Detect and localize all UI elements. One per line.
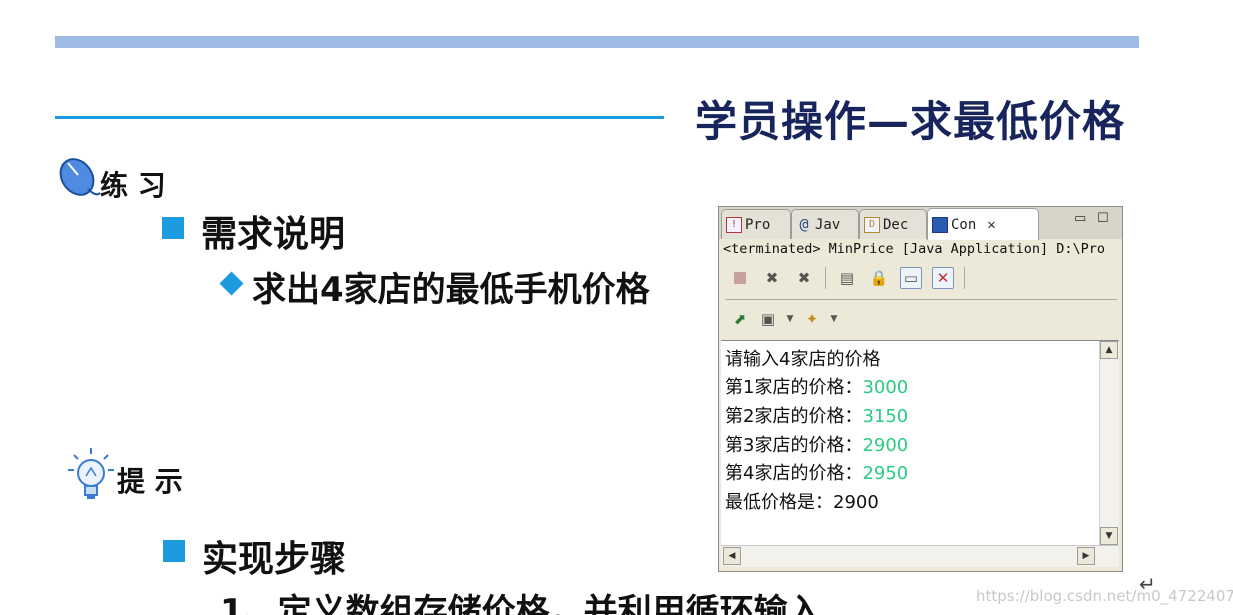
scroll-down-icon[interactable]: ▼ [1100, 527, 1118, 545]
requirement-heading: 需求说明 [201, 214, 346, 255]
vertical-scrollbar[interactable]: ▲ ▼ [1099, 341, 1119, 547]
console-toolbar-2: ⬈ ▣ ▼ ✦ ▼ [729, 308, 839, 330]
tab-declaration[interactable]: D Dec [859, 209, 927, 239]
tab-label: Con [951, 216, 977, 233]
scroll-left-icon[interactable]: ◀ [723, 547, 741, 565]
console-view: ! Pro @ Jav D Dec Con ✕ ▭ ☐ <terminated>… [718, 206, 1123, 572]
console-line: 第3家店的价格：2900 [725, 435, 909, 456]
toolbar-separator [825, 267, 826, 289]
scroll-up-icon[interactable]: ▲ [1100, 341, 1118, 359]
problems-icon: ! [726, 216, 742, 233]
practice-label: 练 习 [100, 169, 166, 202]
open-console-icon[interactable]: ✦ [801, 308, 823, 330]
slide-title: 学员操作—求最低价格 [695, 97, 1126, 146]
declaration-icon: D [864, 216, 880, 233]
steps-item-clip: 1、定义数组存储价格，并利用循环输入 [200, 578, 900, 615]
console-line: 最低价格是：2900 [725, 492, 879, 513]
tab-javadoc[interactable]: @ Jav [791, 209, 859, 239]
view-tab-bar: ! Pro @ Jav D Dec Con ✕ ▭ ☐ [719, 207, 1122, 240]
lightbulb-icon [66, 446, 116, 504]
return-icon: ↵ [1139, 572, 1156, 596]
clear-console-icon[interactable]: ▤ [836, 267, 858, 289]
maximize-icon[interactable]: ☐ [1097, 211, 1109, 226]
hint-label: 提 示 [117, 465, 183, 498]
launch-status: <terminated> MinPrice [Java Application]… [723, 241, 1106, 257]
tab-console[interactable]: Con ✕ [927, 208, 1039, 240]
console-line: 请输入4家店的价格 [725, 349, 881, 370]
tab-label: Jav [815, 216, 841, 233]
watermark: https://blog.csdn.net/m0_47224070 [976, 587, 1233, 605]
chevron-down-icon[interactable]: ▼ [785, 308, 795, 330]
console-line: 第4家店的价格：2950 [725, 463, 909, 484]
bullet-diamond [219, 271, 244, 296]
show-on-stderr-icon[interactable]: ✕ [932, 267, 954, 289]
display-console-icon[interactable]: ▣ [757, 308, 779, 330]
close-icon[interactable]: ✕ [987, 217, 995, 233]
steps-heading: 实现步骤 [202, 539, 347, 580]
header-bar [55, 36, 1139, 48]
chevron-down-icon[interactable]: ▼ [829, 308, 839, 330]
title-underline [55, 116, 664, 119]
mouse-icon [58, 153, 102, 201]
steps-item: 1、定义数组存储价格，并利用循环输入 [220, 592, 822, 615]
tab-label: Dec [883, 216, 909, 233]
bullet-square [162, 217, 184, 239]
show-on-stdout-icon[interactable]: ▭ [900, 267, 922, 289]
scroll-lock-icon[interactable]: 🔒 [868, 267, 890, 289]
tab-problems[interactable]: ! Pro [721, 209, 791, 239]
javadoc-icon: @ [799, 214, 809, 233]
terminate-icon[interactable] [729, 267, 751, 289]
horizontal-scrollbar[interactable]: ◀ ▶ [721, 545, 1119, 567]
console-output[interactable]: 请输入4家店的价格 第1家店的价格：3000 第2家店的价格：3150 第3家店… [721, 340, 1119, 547]
remove-launch-icon[interactable]: ✖ [761, 267, 783, 289]
requirement-item: 求出4家店的最低手机价格 [252, 270, 650, 310]
minimize-icon[interactable]: ▭ [1074, 211, 1086, 226]
console-line: 第2家店的价格：3150 [725, 406, 909, 427]
remove-all-launches-icon[interactable]: ✖ [793, 267, 815, 289]
pin-console-icon[interactable]: ⬈ [729, 308, 751, 330]
scroll-right-icon[interactable]: ▶ [1077, 547, 1095, 565]
toolbar-separator [964, 267, 965, 289]
bullet-square [163, 540, 185, 562]
console-icon [932, 216, 948, 233]
console-toolbar-1: ✖ ✖ ▤ 🔒 ▭ ✕ [729, 267, 965, 289]
console-line: 第1家店的价格：3000 [725, 377, 909, 398]
tab-label: Pro [745, 216, 771, 233]
toolbar-divider [725, 299, 1117, 300]
